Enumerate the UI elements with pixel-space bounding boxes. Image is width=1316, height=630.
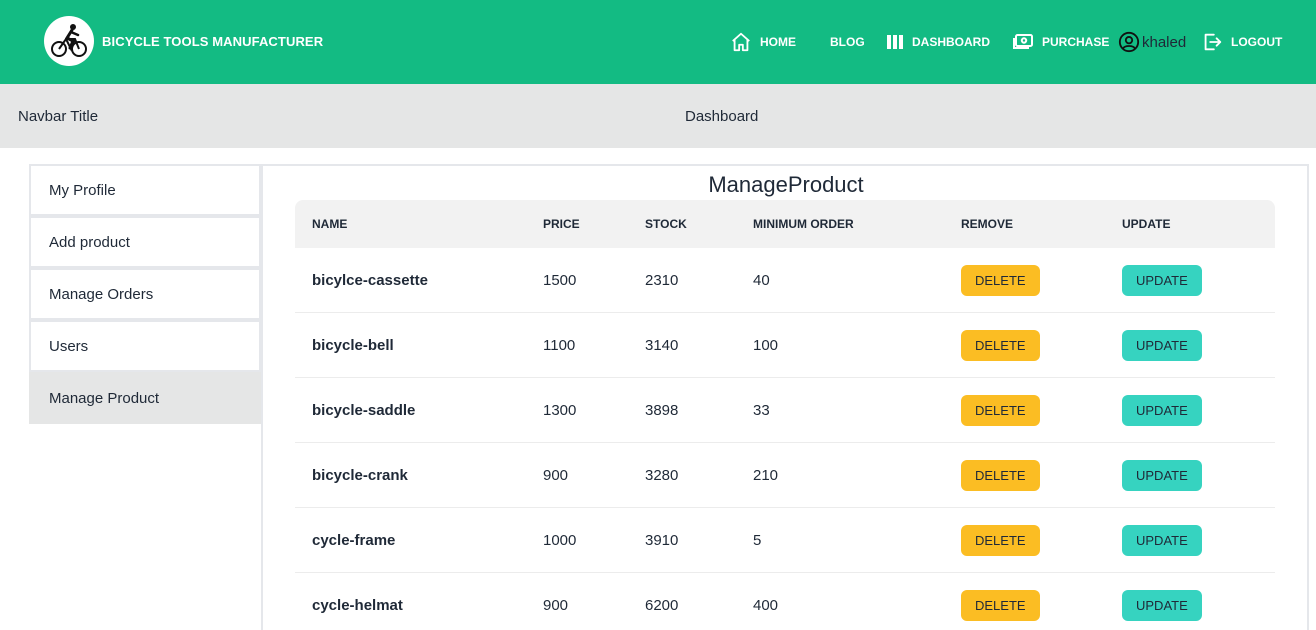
page-title: ManageProduct [708, 172, 864, 197]
product-price: 1300 [543, 402, 577, 419]
nav-logout-label: LOGOUT [1231, 35, 1283, 49]
product-minimum-order: 100 [753, 337, 779, 354]
update-button[interactable]: UPDATE [1122, 395, 1202, 426]
dashboard-heading: Dashboard [685, 107, 759, 125]
product-table: NAME PRICE STOCK MINIMUM ORDER REMOVE UP… [295, 200, 1275, 630]
delete-cell: DELETE [961, 248, 1040, 313]
sidebar-item-label: Users [49, 337, 89, 355]
delete-cell: DELETE [961, 508, 1040, 573]
sidebar-item-manage-product[interactable]: Manage Product [29, 372, 261, 424]
update-cell: UPDATE [1122, 443, 1202, 508]
delete-button[interactable]: DELETE [961, 525, 1040, 556]
update-cell: UPDATE [1122, 508, 1202, 573]
delete-cell: DELETE [961, 573, 1040, 630]
product-name: bicylce-cassette [312, 272, 428, 289]
update-button[interactable]: UPDATE [1122, 265, 1202, 296]
product-minimum-order: 40 [753, 272, 770, 289]
update-button[interactable]: UPDATE [1122, 460, 1202, 491]
update-button[interactable]: UPDATE [1122, 525, 1202, 556]
product-minimum-order: 210 [753, 467, 779, 484]
delete-button[interactable]: DELETE [961, 395, 1040, 426]
nav-user[interactable]: khaled [1118, 0, 1186, 84]
delete-cell: DELETE [961, 378, 1040, 443]
product-price: 1100 [543, 337, 576, 354]
column-header-remove: REMOVE [961, 217, 1014, 231]
table-row: bicycle-crank 900 3280 210 DELETE UPDATE [295, 443, 1275, 508]
nav-home-label: HOME [760, 35, 796, 49]
product-stock: 3280 [645, 467, 679, 484]
sidebar-item-users[interactable]: Users [29, 320, 261, 372]
column-header-price: PRICE [543, 217, 580, 231]
column-header-minimum-order: MINIMUM ORDER [753, 217, 854, 231]
top-navbar: BICYCLE TOOLS MANUFACTURER HOME BLOG DAS… [0, 0, 1316, 84]
table-row: bicycle-bell 1100 3140 100 DELETE UPDATE [295, 313, 1275, 378]
nav-blog-link[interactable]: BLOG [830, 0, 865, 84]
product-minimum-order: 33 [753, 402, 770, 419]
sidebar-item-label: Add product [49, 233, 130, 251]
bicycle-logo-icon[interactable] [44, 16, 94, 66]
update-cell: UPDATE [1122, 313, 1202, 378]
product-stock: 3910 [645, 532, 679, 549]
dashboard-sidebar: My Profile Add product Manage Orders Use… [29, 164, 263, 630]
dashboard-columns-icon [886, 33, 904, 51]
sidebar-item-manage-orders[interactable]: Manage Orders [29, 268, 261, 320]
nav-user-name: khaled [1142, 33, 1187, 51]
sidebar-item-label: Manage Orders [49, 285, 154, 303]
nav-purchase-link[interactable]: PURCHASE [1012, 0, 1109, 84]
product-stock: 2310 [645, 272, 679, 289]
main-content: ManageProduct NAME PRICE STOCK MINIMUM O… [263, 164, 1309, 630]
delete-button[interactable]: DELETE [961, 330, 1040, 361]
product-minimum-order: 400 [753, 597, 779, 614]
sidebar-item-label: My Profile [49, 181, 116, 199]
column-header-stock: STOCK [645, 217, 687, 231]
product-name: bicycle-saddle [312, 402, 416, 419]
product-name: bicycle-crank [312, 467, 408, 484]
nav-blog-label: BLOG [830, 35, 865, 49]
delete-button[interactable]: DELETE [961, 590, 1040, 621]
navbar-title[interactable]: Navbar Title [18, 84, 98, 148]
table-row: cycle-frame 1000 3910 5 DELETE UPDATE [295, 508, 1275, 573]
delete-button[interactable]: DELETE [961, 265, 1040, 296]
cash-icon [1012, 33, 1034, 51]
delete-button[interactable]: DELETE [961, 460, 1040, 491]
delete-cell: DELETE [961, 443, 1040, 508]
table-row: bicylce-cassette 1500 2310 40 DELETE UPD… [295, 248, 1275, 313]
product-name: cycle-helmat [312, 597, 403, 614]
update-cell: UPDATE [1122, 378, 1202, 443]
product-minimum-order: 5 [753, 532, 762, 549]
update-cell: UPDATE [1122, 248, 1202, 313]
update-button[interactable]: UPDATE [1122, 590, 1202, 621]
column-header-name: NAME [312, 217, 348, 231]
delete-cell: DELETE [961, 313, 1040, 378]
update-button[interactable]: UPDATE [1122, 330, 1202, 361]
product-price: 900 [543, 467, 569, 484]
nav-logout-link[interactable]: LOGOUT [1201, 0, 1282, 84]
brand-name[interactable]: BICYCLE TOOLS MANUFACTURER [102, 34, 323, 49]
product-price: 1500 [543, 272, 577, 289]
nav-home-link[interactable]: HOME [730, 0, 796, 84]
brand[interactable]: BICYCLE TOOLS MANUFACTURER [44, 16, 323, 66]
product-price: 1000 [543, 532, 577, 549]
sidebar-item-my-profile[interactable]: My Profile [29, 164, 261, 216]
sidebar-item-label: Manage Product [49, 389, 160, 407]
nav-purchase-label: PURCHASE [1042, 35, 1110, 49]
user-circle-icon [1118, 31, 1140, 53]
product-stock: 6200 [645, 597, 679, 614]
table-row: cycle-helmat 900 6200 400 DELETE UPDATE [295, 573, 1275, 630]
secondary-navbar: Navbar Title Dashboard [0, 84, 1316, 148]
column-header-update: UPDATE [1122, 217, 1171, 231]
table-header: NAME PRICE STOCK MINIMUM ORDER REMOVE UP… [295, 200, 1275, 248]
logout-icon [1201, 31, 1223, 53]
sidebar-item-add-product[interactable]: Add product [29, 216, 261, 268]
product-name: bicycle-bell [312, 337, 394, 354]
nav-dashboard-label: DASHBOARD [912, 35, 990, 49]
update-cell: UPDATE [1122, 573, 1202, 630]
home-icon [730, 31, 752, 53]
product-stock: 3140 [645, 337, 679, 354]
product-stock: 3898 [645, 402, 679, 419]
product-name: cycle-frame [312, 532, 396, 549]
nav-dashboard-link[interactable]: DASHBOARD [886, 0, 990, 84]
table-row: bicycle-saddle 1300 3898 33 DELETE UPDAT… [295, 378, 1275, 443]
product-price: 900 [543, 597, 569, 614]
